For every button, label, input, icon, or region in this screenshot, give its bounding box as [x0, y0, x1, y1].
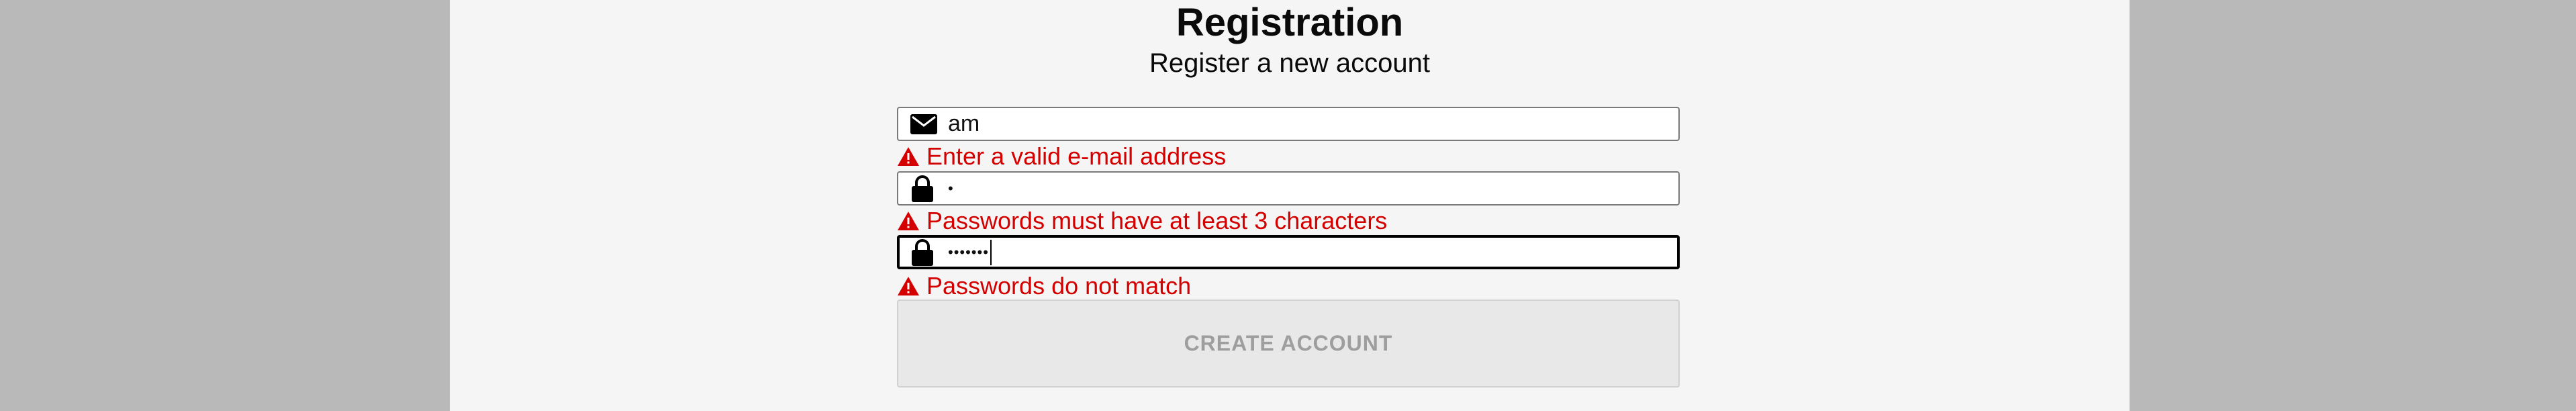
lock-icon: [910, 238, 935, 267]
lock-icon: [910, 173, 935, 204]
envelope-icon: [910, 108, 937, 140]
password-error-text: Passwords must have at least 3 character…: [926, 207, 1388, 234]
warning-icon: [898, 277, 919, 295]
page-title: Registration: [1176, 1, 1404, 44]
confirm-password-error-message: Passwords do not match: [897, 272, 1192, 300]
email-error-text: Enter a valid e-mail address: [926, 142, 1227, 170]
create-account-button[interactable]: CREATE ACCOUNT: [897, 300, 1680, 387]
password-field[interactable]: •: [897, 171, 1680, 205]
warning-icon: [898, 147, 919, 166]
confirm-password-error-text: Passwords do not match: [926, 272, 1192, 300]
email-error-message: Enter a valid e-mail address: [897, 142, 1227, 170]
page-subtitle: Register a new account: [1149, 48, 1430, 78]
password-error-message: Passwords must have at least 3 character…: [897, 207, 1388, 234]
warning-icon: [898, 212, 919, 230]
email-field[interactable]: am: [897, 107, 1680, 141]
password-input-value: •: [948, 179, 954, 197]
email-input-value: am: [948, 111, 980, 136]
confirm-password-field[interactable]: •••••••: [897, 235, 1680, 269]
confirm-password-input-value: •••••••: [948, 238, 992, 267]
registration-panel: Registration Register a new account am E…: [450, 0, 2130, 411]
confirm-password-masked-text: •••••••: [948, 243, 989, 261]
text-caret: [990, 239, 992, 265]
